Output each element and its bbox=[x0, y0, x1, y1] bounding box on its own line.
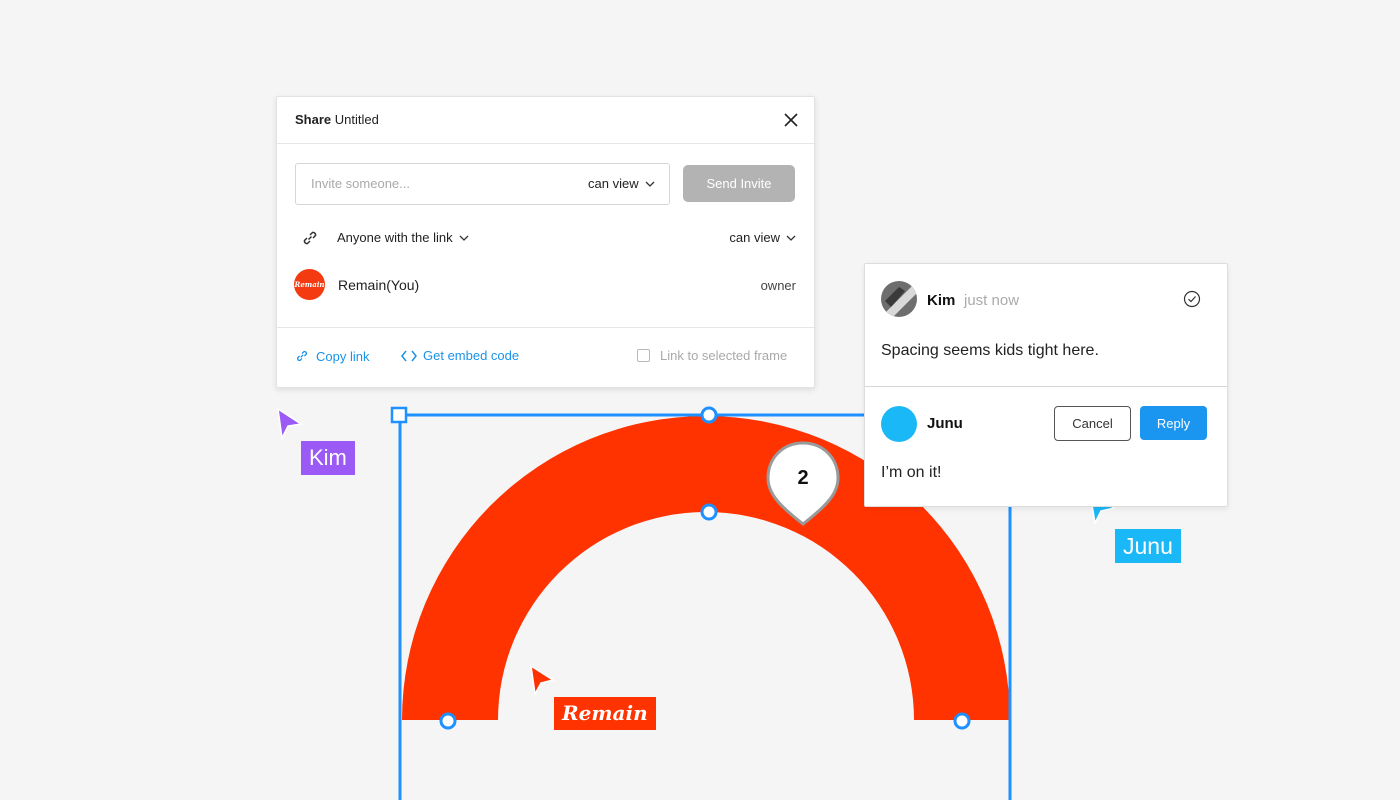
share-dialog: Share Untitled can view Send Invite Anyo… bbox=[276, 96, 815, 388]
comment-author: Kim bbox=[927, 292, 956, 309]
kim-cursor-label: Kim bbox=[309, 445, 347, 470]
invite-input[interactable] bbox=[296, 164, 581, 202]
link-permission-label: can view bbox=[729, 230, 780, 245]
owner-avatar: Remain bbox=[294, 269, 325, 300]
link-scope-label: Anyone with the link bbox=[337, 230, 453, 245]
copy-link-button[interactable]: Copy link bbox=[294, 348, 369, 364]
link-scope-dropdown[interactable]: Anyone with the link bbox=[337, 230, 469, 245]
invite-permission-label: can view bbox=[588, 176, 639, 191]
comment-thread: Kim just now Spacing seems kids tight he… bbox=[864, 263, 1228, 507]
link-permission-dropdown[interactable]: can view bbox=[729, 230, 796, 245]
share-title-file: Untitled bbox=[334, 112, 379, 127]
link-icon bbox=[303, 231, 317, 245]
junu-cursor-tag: Junu bbox=[1115, 529, 1181, 563]
link-frame-checkbox[interactable] bbox=[637, 349, 650, 362]
embed-code-label: Get embed code bbox=[423, 348, 520, 363]
owner-role: owner bbox=[760, 278, 796, 293]
reply-input[interactable]: I’m on it! bbox=[881, 464, 941, 482]
share-title-bold: Share bbox=[295, 112, 332, 127]
vertex-handle-bottom-right[interactable] bbox=[953, 712, 971, 730]
send-invite-button[interactable]: Send Invite bbox=[683, 165, 795, 202]
comment-timestamp: just now bbox=[964, 292, 1020, 309]
link-frame-option: Link to selected frame bbox=[637, 348, 787, 363]
kim-avatar bbox=[881, 281, 917, 317]
owner-name: Remain(You) bbox=[338, 277, 420, 293]
chevron-down-icon bbox=[786, 235, 796, 241]
code-icon bbox=[401, 350, 417, 361]
invite-field-container: can view bbox=[295, 163, 670, 205]
invite-permission-dropdown[interactable]: can view bbox=[588, 176, 655, 191]
resize-handle-top-left[interactable] bbox=[390, 406, 408, 424]
remain-cursor-icon bbox=[530, 664, 555, 697]
reply-author: Junu bbox=[927, 415, 963, 432]
cancel-label: Cancel bbox=[1072, 416, 1113, 431]
copy-link-label: Copy link bbox=[316, 348, 370, 364]
owner-avatar-logo: Remain bbox=[294, 280, 325, 289]
chevron-down-icon bbox=[459, 235, 469, 241]
link-frame-label: Link to selected frame bbox=[660, 348, 788, 363]
share-dialog-header: Share Untitled bbox=[277, 97, 814, 144]
link-icon bbox=[296, 350, 308, 362]
resolve-check-icon[interactable] bbox=[1183, 290, 1201, 308]
junu-avatar bbox=[881, 406, 917, 442]
reply-label: Reply bbox=[1156, 415, 1191, 431]
remain-cursor-label: Remain bbox=[562, 701, 648, 725]
junu-cursor-label: Junu bbox=[1123, 533, 1173, 559]
vertex-handle-top[interactable] bbox=[700, 406, 718, 424]
share-dialog-divider bbox=[277, 327, 814, 328]
comment-divider bbox=[865, 386, 1227, 387]
cancel-button[interactable]: Cancel bbox=[1054, 406, 1131, 441]
send-invite-label: Send Invite bbox=[706, 176, 772, 191]
vertex-handle-inner-top[interactable] bbox=[700, 503, 718, 521]
embed-code-button[interactable]: Get embed code bbox=[401, 348, 519, 363]
share-dialog-title: Share Untitled bbox=[295, 112, 379, 127]
chevron-down-icon bbox=[645, 181, 655, 187]
kim-cursor-tag: Kim bbox=[301, 441, 355, 475]
close-icon[interactable] bbox=[782, 111, 800, 129]
remain-cursor-tag: Remain bbox=[554, 697, 656, 730]
vertex-handle-bottom-left[interactable] bbox=[439, 712, 457, 730]
reply-button[interactable]: Reply bbox=[1140, 406, 1207, 440]
comment-pin-number: 2 bbox=[797, 467, 809, 489]
kim-cursor-icon bbox=[277, 407, 304, 441]
comment-body: Spacing seems kids tight here. bbox=[881, 342, 1099, 359]
